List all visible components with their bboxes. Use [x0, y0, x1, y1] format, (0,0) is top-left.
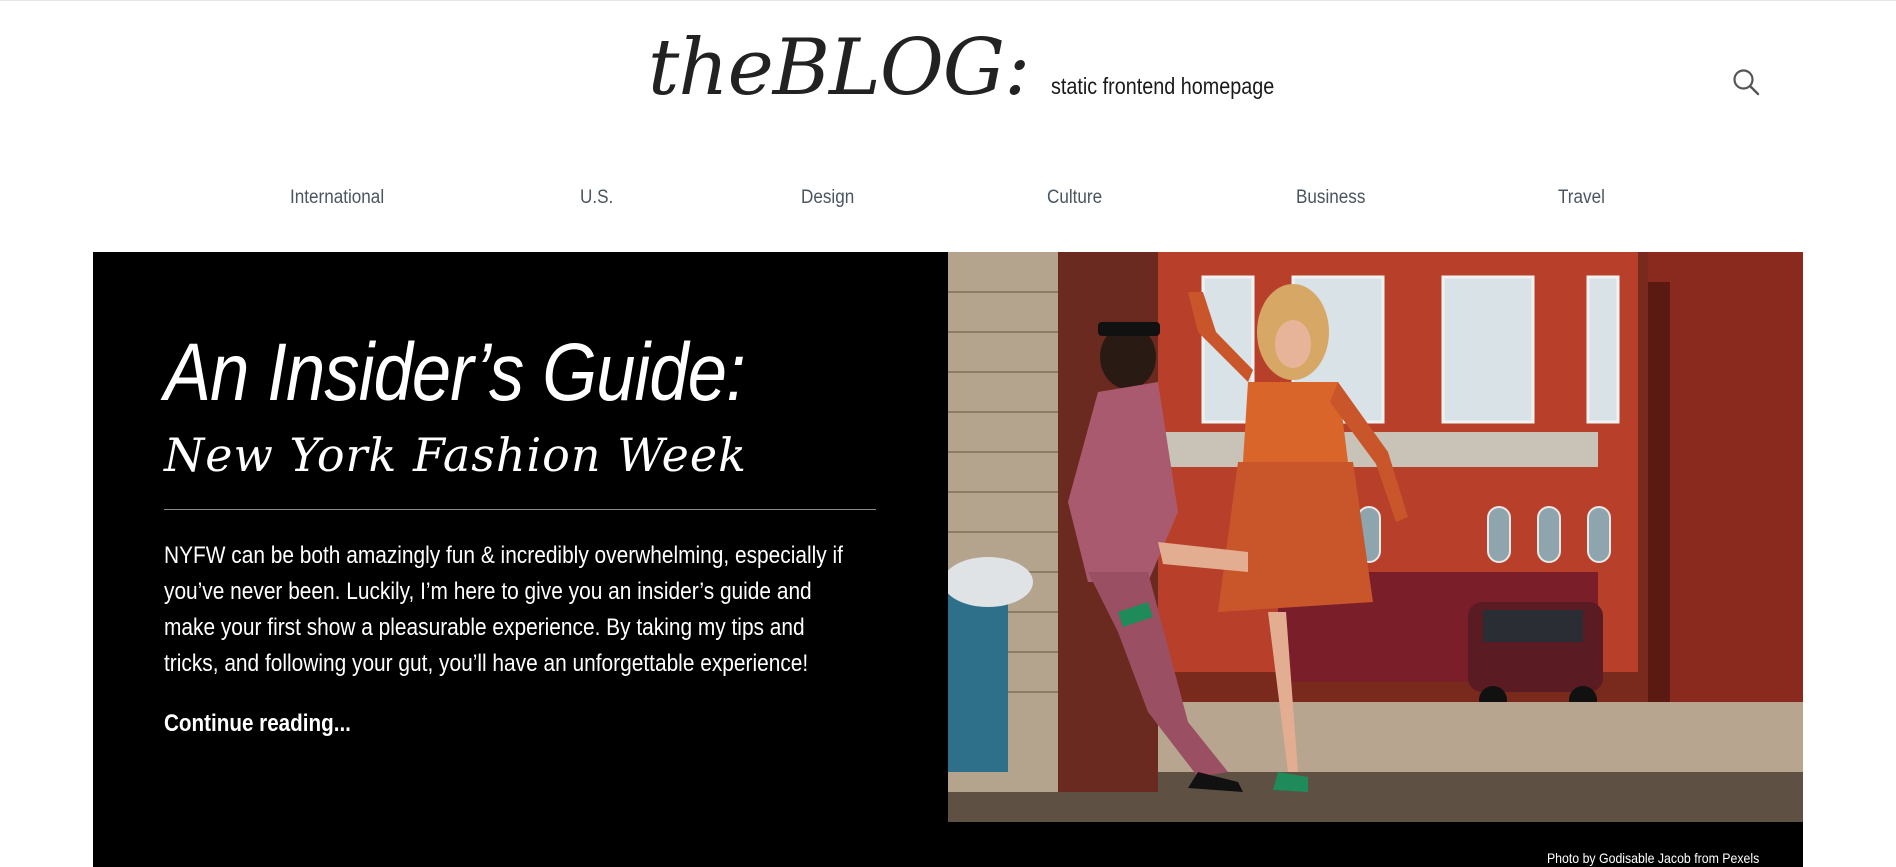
nav-item-travel[interactable]: Travel	[1558, 187, 1605, 209]
search-icon	[1733, 69, 1760, 96]
page: theBLOG: static frontend homepage Intern…	[0, 0, 1896, 867]
nav-item-culture[interactable]: Culture	[1047, 187, 1102, 209]
featured-subhead: New York Fashion Week	[164, 428, 747, 482]
featured-photo[interactable]	[948, 252, 1803, 822]
photo-credit: Photo by Godisable Jacob from Pexels	[1546, 850, 1759, 866]
featured-excerpt: NYFW can be both amazingly fun & incredi…	[164, 541, 843, 677]
nav-item-international[interactable]: International	[290, 187, 384, 209]
nav-item-us[interactable]: U.S.	[580, 187, 613, 209]
fashion-photo-illustration	[948, 252, 1803, 822]
brand: theBLOG: static frontend homepage	[648, 29, 1311, 107]
site-tagline: static frontend homepage	[1051, 73, 1275, 99]
featured-headline[interactable]: An Insider’s Guide:	[164, 332, 779, 414]
search-button[interactable]	[1731, 67, 1761, 97]
site-logo[interactable]: theBLOG:	[648, 29, 1030, 107]
featured-post: An Insider’s Guide: New York Fashion Wee…	[93, 252, 1803, 867]
masthead: theBLOG: static frontend homepage	[0, 1, 1896, 151]
nav-item-business[interactable]: Business	[1296, 187, 1365, 209]
continue-reading-link[interactable]: Continue reading...	[164, 710, 351, 738]
divider	[164, 508, 876, 510]
featured-post-text: An Insider’s Guide: New York Fashion Wee…	[164, 332, 879, 738]
nav-item-design[interactable]: Design	[801, 187, 854, 209]
main-nav: International U.S. Design Culture Busine…	[0, 187, 1896, 217]
